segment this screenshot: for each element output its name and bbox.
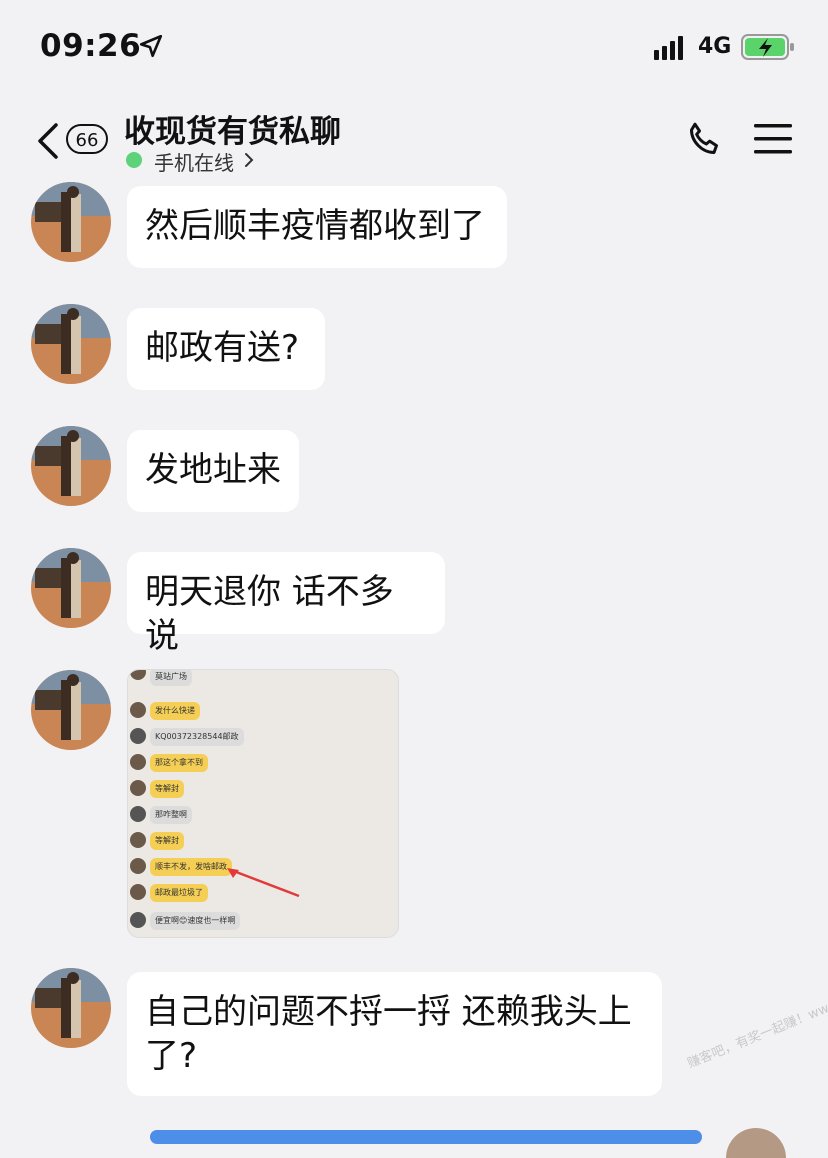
mini-bubble: 等解封 xyxy=(150,780,184,798)
menu-icon[interactable] xyxy=(754,122,792,160)
location-arrow-icon xyxy=(138,33,164,63)
message-text: 发地址来 xyxy=(145,450,281,490)
network-type: 4G xyxy=(698,34,732,59)
screenshot-line: 等解封 xyxy=(128,780,398,800)
message-text: 明天退你 话不多说 xyxy=(145,572,394,656)
clock: 09:26 xyxy=(40,28,142,64)
mini-bubble: 便宜啊😊速度也一样啊 xyxy=(150,912,241,930)
avatar[interactable] xyxy=(31,182,111,262)
cellular-signal-icon xyxy=(654,36,688,64)
screenshot-line: KQ00372328544邮政 xyxy=(128,728,398,748)
mini-bubble: KQ00372328544邮政 xyxy=(150,728,244,746)
chat-title[interactable]: 收现货有货私聊 xyxy=(124,106,341,151)
screenshot-line: 便宜啊😊速度也一样啊 xyxy=(128,912,398,932)
mini-bubble: 等解封 xyxy=(150,832,184,850)
mini-bubble: 邮政最垃圾了 xyxy=(150,884,208,902)
status-bar: 09:26 4G xyxy=(0,0,828,90)
avatar[interactable] xyxy=(31,670,111,750)
mini-avatar xyxy=(130,670,146,680)
message-bubble[interactable]: 邮政有送? xyxy=(127,308,325,390)
online-status-dot xyxy=(126,152,142,168)
battery-charging-icon xyxy=(741,33,795,65)
mini-avatar xyxy=(130,754,146,770)
next-message-bubble-partial[interactable] xyxy=(150,1130,702,1144)
mini-avatar xyxy=(130,728,146,744)
back-chevron-icon[interactable] xyxy=(36,122,60,164)
message-text: 然后顺丰疫情都收到了 xyxy=(145,206,485,246)
mini-avatar xyxy=(130,912,146,928)
mini-bubble: 那咋整啊 xyxy=(150,806,192,824)
screenshot-line: 发什么快递 xyxy=(128,702,398,722)
message-text: 自己的问题不捋一捋 还赖我头上了? xyxy=(145,992,632,1076)
message-bubble[interactable]: 明天退你 话不多说 xyxy=(127,552,445,656)
red-arrow-icon xyxy=(227,868,300,898)
screenshot-line: 那这个拿不到 xyxy=(128,754,398,774)
watermark: 赚客吧，有奖一起赚！www.zuanke8.com xyxy=(685,963,828,1072)
avatar-partial[interactable] xyxy=(726,1128,786,1158)
mini-bubble: 发什么快递 xyxy=(150,702,200,720)
message-bubble[interactable]: 然后顺丰疫情都收到了 xyxy=(127,186,507,268)
chevron-right-icon[interactable] xyxy=(244,152,254,172)
message-bubble[interactable]: 自己的问题不捋一捋 还赖我头上了? xyxy=(127,972,662,1096)
avatar[interactable] xyxy=(31,304,111,384)
presence-label[interactable]: 手机在线 xyxy=(154,147,234,176)
message-bubble[interactable]: 发地址来 xyxy=(127,430,299,512)
mini-avatar xyxy=(130,858,146,874)
mini-avatar xyxy=(130,884,146,900)
chat-header: 66 收现货有货私聊 手机在线 xyxy=(0,90,828,185)
screenshot-line: 莫站广场 xyxy=(128,670,398,690)
avatar[interactable] xyxy=(31,968,111,1048)
image-message[interactable]: 莫站广场 发什么快递 KQ00372328544邮政 那这个拿不到 等解封 那咋… xyxy=(127,669,399,938)
avatar[interactable] xyxy=(31,548,111,628)
avatar[interactable] xyxy=(31,426,111,506)
mini-bubble: 莫站广场 xyxy=(150,670,192,686)
mini-bubble: 那这个拿不到 xyxy=(150,754,208,772)
mini-avatar xyxy=(130,832,146,848)
phone-call-icon[interactable] xyxy=(684,120,724,164)
mini-avatar xyxy=(130,702,146,718)
mini-bubble: 顺丰不发，发啥邮政 xyxy=(150,858,232,876)
mini-avatar xyxy=(130,806,146,822)
message-text: 邮政有送? xyxy=(145,328,300,368)
screenshot-line: 那咋整啊 xyxy=(128,806,398,826)
unread-count-badge[interactable]: 66 xyxy=(66,124,108,154)
mini-avatar xyxy=(130,780,146,796)
screenshot-line: 等解封 xyxy=(128,832,398,852)
